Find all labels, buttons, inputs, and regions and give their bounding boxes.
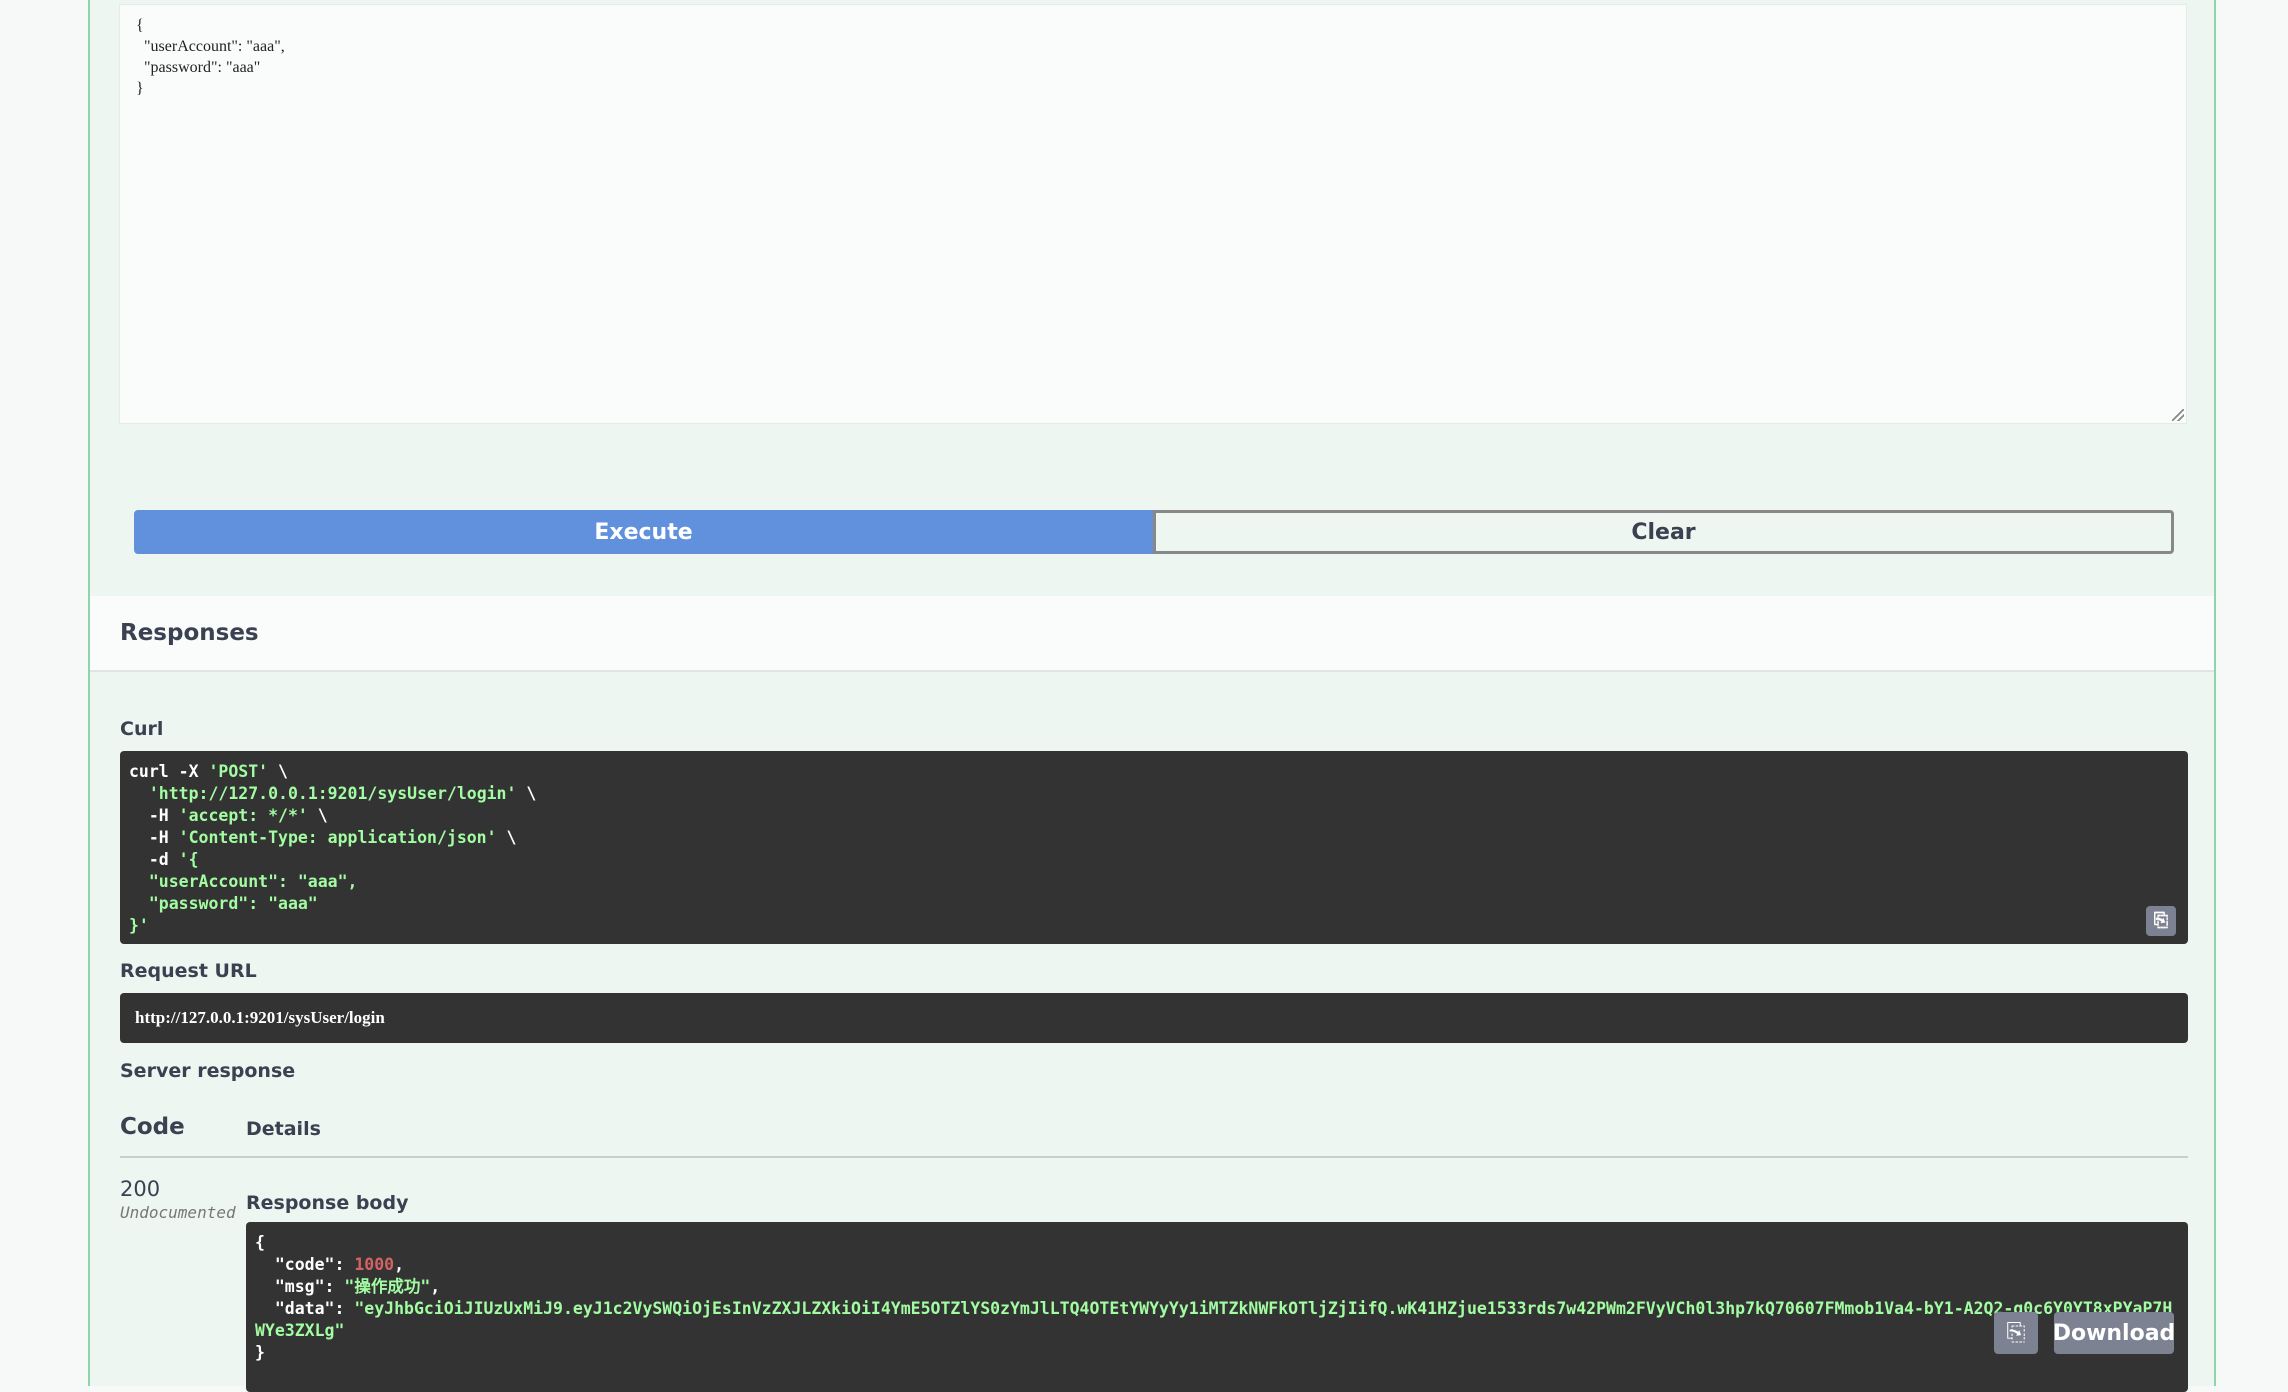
responses-header: Responses — [90, 596, 2214, 672]
request-url-value: http://127.0.0.1:9201/sysUser/login — [135, 1008, 385, 1027]
code-column-header: Code — [120, 1114, 185, 1140]
request-url-box: http://127.0.0.1:9201/sysUser/login — [120, 993, 2188, 1043]
operation-block: { "userAccount": "aaa", "password": "aaa… — [88, 0, 2216, 1392]
clipboard-icon[interactable]: ⎘ — [2146, 906, 2176, 936]
download-button[interactable]: Download — [2053, 1312, 2175, 1354]
body-line: { — [136, 17, 144, 34]
execute-button-group: Execute Clear — [134, 510, 2174, 554]
response-table-header: Code Details — [120, 1108, 2188, 1158]
clipboard-icon[interactable]: ⎘ — [1994, 1312, 2038, 1354]
details-column-header: Details — [246, 1118, 321, 1140]
status-code: 200 — [120, 1177, 161, 1201]
curl-code-block: curl -X 'POST' \ 'http://127.0.0.1:9201/… — [120, 751, 2188, 944]
resize-grip-icon[interactable] — [2172, 409, 2184, 421]
clear-button[interactable]: Clear — [1153, 510, 2174, 554]
curl-label: Curl — [120, 718, 164, 740]
status-note: Undocumented — [120, 1203, 236, 1222]
request-body-editor[interactable]: { "userAccount": "aaa", "password": "aaa… — [119, 4, 2187, 424]
body-line: "userAccount": "aaa", — [136, 38, 285, 55]
request-url-label: Request URL — [120, 960, 257, 982]
server-response-label: Server response — [120, 1060, 296, 1082]
body-line: } — [136, 80, 144, 97]
responses-title: Responses — [120, 620, 259, 646]
response-body-label: Response body — [246, 1192, 409, 1214]
execute-button[interactable]: Execute — [134, 510, 1153, 554]
body-line: "password": "aaa" — [136, 59, 261, 76]
response-body-block: { "code": 1000, "msg": "操作成功", "data": "… — [246, 1222, 2188, 1392]
